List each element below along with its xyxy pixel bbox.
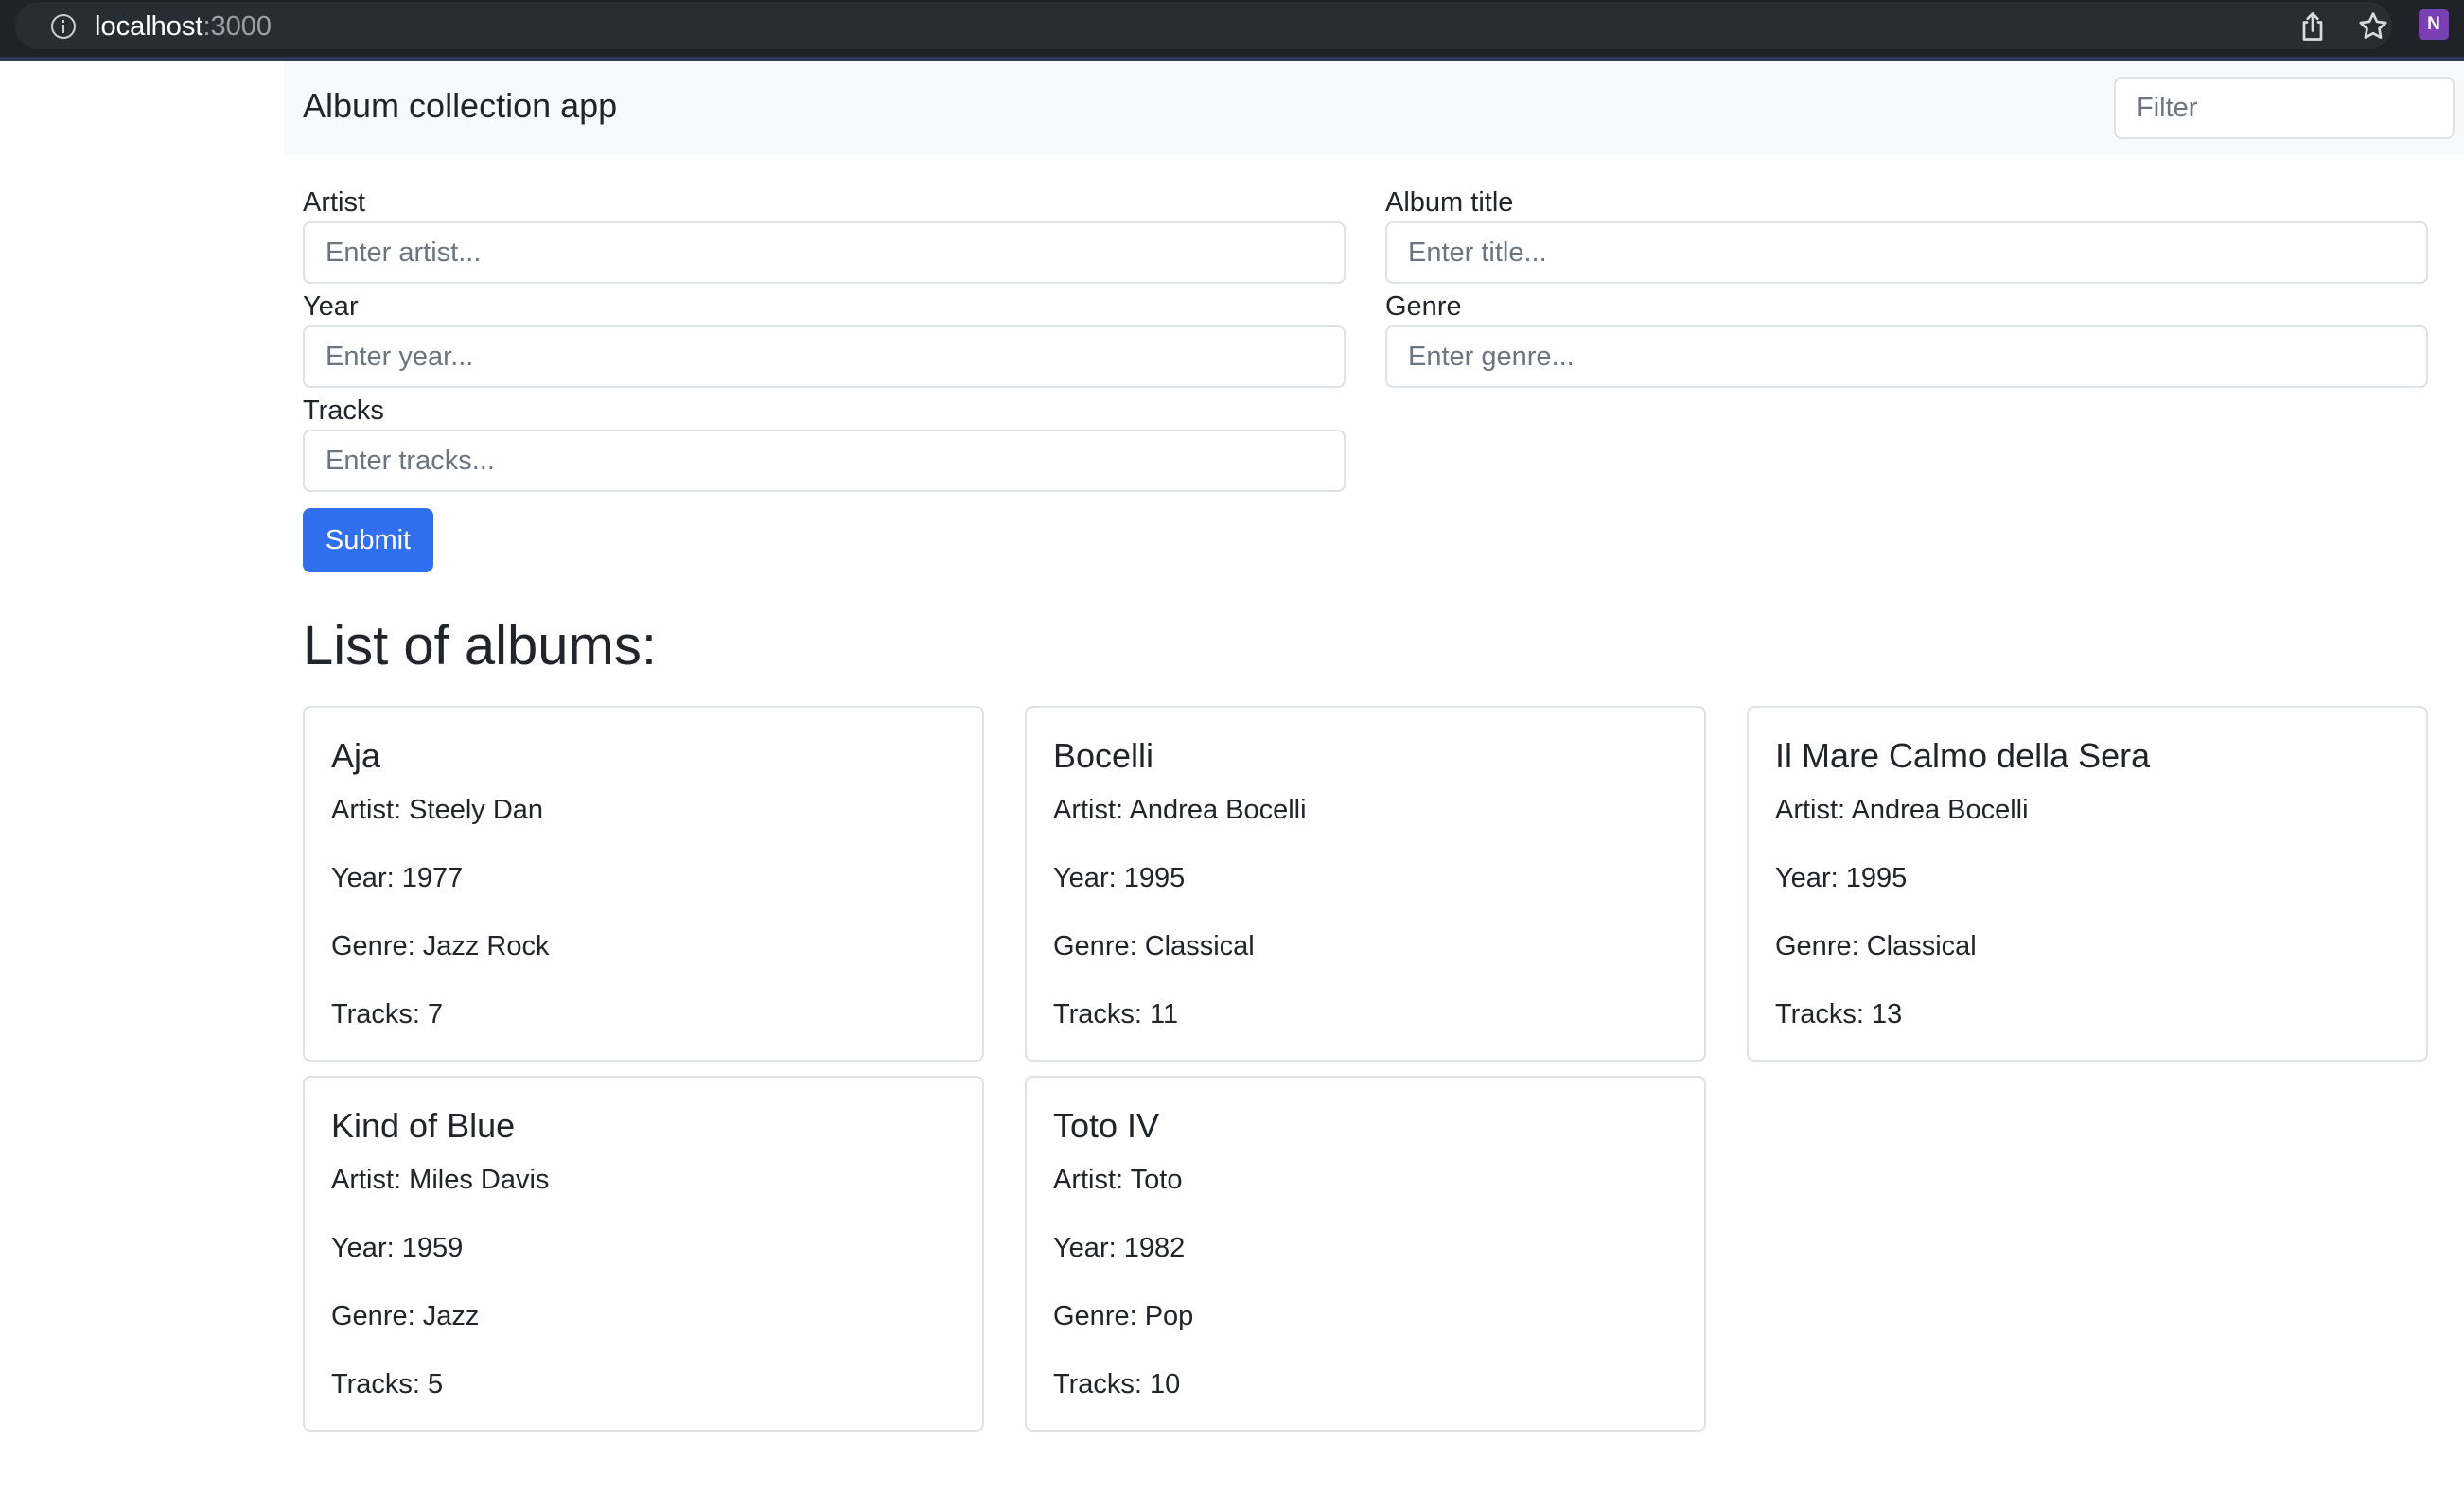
artist-field-group: Artist [303, 185, 1346, 284]
album-year: Year: 1959 [331, 1233, 464, 1263]
album-card: Aja Artist: Steely Dan Year: 1977 Genre:… [303, 706, 984, 1062]
album-card-grid: Aja Artist: Steely Dan Year: 1977 Genre:… [303, 706, 2428, 1433]
url-port: :3000 [202, 11, 273, 42]
star-icon[interactable] [2356, 9, 2390, 44]
album-title: Il Mare Calmo della Sera [1775, 736, 2151, 775]
album-artist: Artist: Andrea Bocelli [1775, 795, 2029, 825]
album-tracks: Tracks: 7 [331, 999, 444, 1029]
album-genre: Genre: Classical [1053, 931, 1255, 961]
genre-input[interactable] [1385, 325, 2428, 388]
tracks-field-group: Tracks [303, 394, 1346, 492]
album-year: Year: 1995 [1053, 863, 1186, 893]
album-tracks: Tracks: 10 [1053, 1369, 1181, 1399]
album-card: Il Mare Calmo della Sera Artist: Andrea … [1747, 706, 2428, 1062]
title-label: Album title [1385, 187, 1514, 218]
title-field-group: Album title [1385, 185, 2428, 284]
album-card: Toto IV Artist: Toto Year: 1982 Genre: P… [1025, 1076, 1706, 1432]
album-artist: Artist: Andrea Bocelli [1053, 795, 1307, 825]
app-brand[interactable]: Album collection app [303, 85, 617, 127]
album-title: Kind of Blue [331, 1106, 516, 1145]
tracks-input[interactable] [303, 430, 1346, 492]
browser-toolbar: localhost:3000 N [0, 0, 2464, 61]
artist-label: Artist [303, 187, 366, 218]
album-year: Year: 1995 [1775, 863, 1908, 893]
album-year: Year: 1982 [1053, 1233, 1186, 1263]
info-icon[interactable] [51, 14, 76, 39]
album-tracks: Tracks: 11 [1053, 999, 1179, 1029]
album-card: Bocelli Artist: Andrea Bocelli Year: 199… [1025, 706, 1706, 1062]
album-card: Kind of Blue Artist: Miles Davis Year: 1… [303, 1076, 984, 1432]
title-input[interactable] [1385, 221, 2428, 284]
album-artist: Artist: Miles Davis [331, 1165, 550, 1195]
share-icon[interactable] [2296, 9, 2330, 44]
album-tracks: Tracks: 13 [1775, 999, 1903, 1029]
album-year: Year: 1977 [331, 863, 464, 893]
url-host: localhost [95, 11, 203, 42]
album-genre: Genre: Pop [1053, 1301, 1194, 1331]
album-tracks: Tracks: 5 [331, 1369, 444, 1399]
genre-field-group: Genre [1385, 290, 2428, 388]
album-title: Aja [331, 736, 381, 775]
album-genre: Genre: Classical [1775, 931, 1977, 961]
year-label: Year [303, 291, 359, 322]
filter-input[interactable] [2114, 77, 2455, 139]
tracks-label: Tracks [303, 396, 384, 426]
album-list-heading: List of albums: [303, 615, 657, 677]
submit-button[interactable]: Submit [303, 508, 433, 572]
album-genre: Genre: Jazz [331, 1301, 480, 1331]
album-title: Bocelli [1053, 736, 1154, 775]
album-title: Toto IV [1053, 1106, 1160, 1145]
year-input[interactable] [303, 325, 1346, 388]
artist-input[interactable] [303, 221, 1346, 284]
address-bar[interactable]: localhost:3000 [15, 2, 2392, 49]
onenote-extension-icon[interactable]: N [2419, 9, 2449, 40]
genre-label: Genre [1385, 291, 1462, 322]
url-text[interactable]: localhost:3000 [95, 10, 272, 43]
album-artist: Artist: Toto [1053, 1165, 1183, 1195]
album-genre: Genre: Jazz Rock [331, 931, 550, 961]
album-artist: Artist: Steely Dan [331, 795, 544, 825]
app-navbar: Album collection app [284, 61, 2464, 155]
year-field-group: Year [303, 290, 1346, 388]
